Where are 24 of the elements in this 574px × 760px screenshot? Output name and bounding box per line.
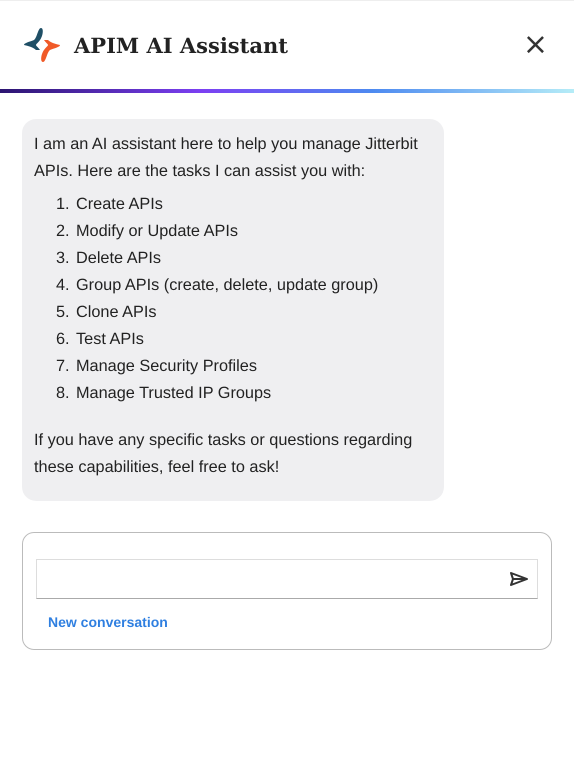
task-item: Manage Security Profiles <box>76 356 257 377</box>
list-number: 1. <box>56 194 71 215</box>
task-item: Manage Trusted IP Groups <box>76 383 272 404</box>
message-input[interactable] <box>36 559 538 599</box>
window-title: APIM AI Assistant <box>74 32 289 58</box>
list-number: 3. <box>56 248 71 269</box>
task-item: Modify or Update APIs <box>76 221 238 242</box>
task-item: Clone APIs <box>76 302 157 323</box>
list-number: 5. <box>56 302 71 323</box>
task-item: Create APIs <box>76 194 163 215</box>
message-text: I am an AI assistant here to help you manage Jitterbit APIs. Here are the tasks I can assist you with: <box>34 134 419 182</box>
list-number: 7. <box>56 356 71 377</box>
list-number: 6. <box>56 329 71 350</box>
list-number: 4. <box>56 275 71 296</box>
send-icon[interactable] <box>509 571 529 587</box>
logo-icon <box>22 25 62 65</box>
new-conversation-link[interactable]: New conversation <box>48 614 168 630</box>
list-number: 2. <box>56 221 71 242</box>
message-text: If you have any specific tasks or questions regarding these capabilities, feel free to ask! <box>34 430 414 478</box>
close-button[interactable]: × <box>518 30 552 60</box>
task-item: Test APIs <box>76 329 144 350</box>
list-number: 8. <box>56 383 71 404</box>
task-item: Group APIs (create, delete, update group) <box>76 275 378 296</box>
task-item: Delete APIs <box>76 248 162 269</box>
